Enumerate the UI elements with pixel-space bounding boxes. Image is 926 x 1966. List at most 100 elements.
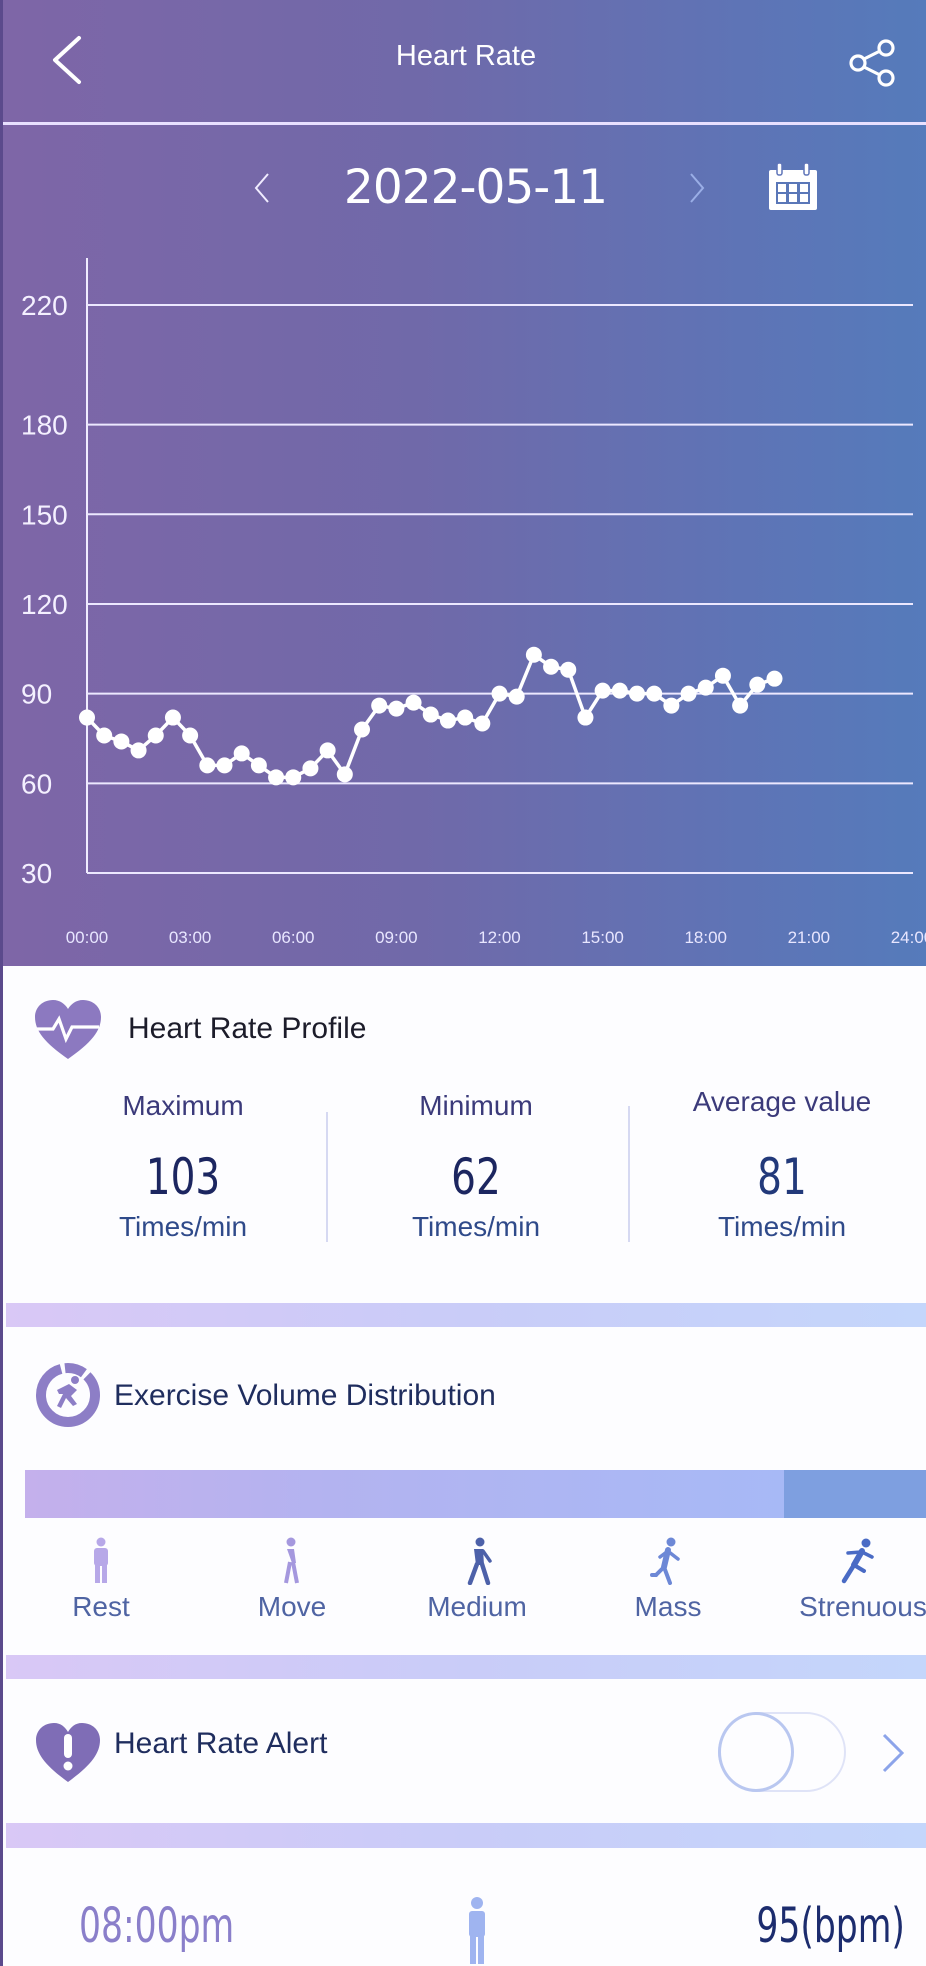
sprinting-icon	[841, 1538, 874, 1584]
exercise-distribution-card: Exercise Volume Distribution Rest Move M…	[6, 1327, 926, 1655]
data-point[interactable]	[96, 727, 113, 744]
maximum-value: 103	[145, 1148, 221, 1206]
data-point[interactable]	[164, 709, 181, 726]
data-point[interactable]	[147, 727, 164, 744]
data-point[interactable]	[354, 721, 370, 738]
level-label-rest: Rest	[72, 1591, 130, 1622]
average-value: 81	[757, 1148, 807, 1206]
chevron-right-icon[interactable]	[878, 1731, 908, 1775]
section-divider	[6, 1303, 926, 1327]
alert-title: Heart Rate Alert	[114, 1727, 328, 1760]
alert-toggle[interactable]	[718, 1712, 846, 1792]
y-tick-label: 120	[21, 589, 68, 620]
data-point[interactable]	[611, 682, 628, 699]
exercise-running-icon	[36, 1363, 100, 1427]
x-tick-label: 00:00	[66, 928, 109, 947]
chart-header-panel: Heart Rate 2022-05-11 30 60 90 120 150 1…	[3, 0, 926, 966]
data-point[interactable]	[302, 760, 319, 777]
minimum-label: Minimum	[419, 1090, 533, 1121]
data-point[interactable]	[766, 670, 783, 687]
minimum-value: 62	[451, 1148, 501, 1206]
walking-icon	[467, 1537, 492, 1585]
y-tick-label: 180	[21, 410, 68, 441]
data-point[interactable]	[268, 769, 285, 786]
x-tick-label: 12:00	[478, 928, 521, 947]
average-label: Average value	[692, 1086, 872, 1117]
data-point[interactable]	[629, 685, 645, 702]
exercise-title: Exercise Volume Distribution	[114, 1379, 496, 1412]
standing-person-icon	[469, 1897, 485, 1964]
data-point[interactable]	[388, 700, 405, 717]
x-tick-label: 21:00	[788, 928, 831, 947]
data-point[interactable]	[491, 685, 508, 702]
section-divider	[6, 1655, 926, 1679]
heart-alert-icon	[36, 1723, 100, 1782]
data-point[interactable]	[336, 766, 353, 783]
record-time: 08:00pm	[79, 1898, 235, 1954]
record-value: 95(bpm)	[756, 1898, 905, 1954]
data-point[interactable]	[130, 742, 147, 759]
x-tick-label: 09:00	[375, 928, 418, 947]
stat-divider	[628, 1106, 630, 1242]
heart-rate-chart: 30 60 90 120 150 180 220 00:00 03:00 06:00 09:00 1…	[21, 258, 926, 947]
data-point[interactable]	[474, 715, 491, 732]
data-point[interactable]	[560, 661, 577, 678]
level-label-medium: Medium	[427, 1591, 527, 1622]
y-tick-label: 220	[21, 290, 68, 321]
data-point[interactable]	[79, 709, 95, 726]
data-point[interactable]	[216, 757, 233, 774]
level-label-move: Move	[257, 1591, 327, 1622]
maximum-label: Maximum	[122, 1090, 244, 1121]
data-point[interactable]	[319, 742, 336, 759]
data-point[interactable]	[543, 658, 560, 675]
maximum-unit: Times/min	[118, 1211, 248, 1242]
data-point[interactable]	[182, 727, 199, 744]
data-point[interactable]	[680, 685, 697, 702]
stat-divider	[326, 1112, 328, 1242]
heart-rate-alert-row[interactable]: Heart Rate Alert	[6, 1679, 926, 1823]
data-point[interactable]	[422, 706, 439, 723]
walking-slow-icon	[284, 1537, 299, 1584]
running-icon	[650, 1537, 680, 1585]
data-point[interactable]	[113, 733, 130, 750]
y-tick-label: 150	[21, 499, 68, 530]
data-point[interactable]	[732, 697, 749, 714]
y-tick-label: 60	[21, 768, 52, 799]
x-tick-label: 06:00	[272, 928, 315, 947]
x-tick-label: 15:00	[581, 928, 624, 947]
data-point[interactable]	[697, 679, 714, 696]
data-point[interactable]	[250, 757, 267, 774]
data-point[interactable]	[285, 769, 302, 786]
data-point[interactable]	[714, 667, 731, 684]
y-tick-label: 90	[21, 679, 52, 710]
data-point[interactable]	[525, 646, 542, 663]
heart-pulse-icon	[35, 1000, 101, 1059]
data-point[interactable]	[233, 745, 250, 762]
y-tick-label: 30	[21, 858, 52, 889]
alert-record-row: 08:00pm 95(bpm)	[6, 1848, 926, 1966]
x-tick-label: 03:00	[169, 928, 212, 947]
data-point[interactable]	[663, 697, 680, 714]
data-point[interactable]	[508, 688, 525, 705]
x-tick-label: 24:00	[891, 928, 926, 947]
average-unit: Times/min	[717, 1211, 847, 1242]
data-point[interactable]	[371, 697, 388, 714]
standing-person-icon	[94, 1537, 108, 1583]
data-point[interactable]	[457, 709, 474, 726]
data-point[interactable]	[439, 712, 456, 729]
data-point[interactable]	[577, 709, 594, 726]
section-divider	[6, 1823, 926, 1848]
level-label-mass: Mass	[634, 1591, 702, 1622]
distribution-segment-strenuous	[784, 1470, 926, 1518]
data-point[interactable]	[405, 694, 422, 711]
profile-title: Heart Rate Profile	[128, 1012, 367, 1045]
data-point[interactable]	[749, 676, 766, 693]
heart-rate-profile-card: Heart Rate Profile Maximum 103 Times/min…	[6, 966, 926, 1303]
data-point[interactable]	[646, 685, 663, 702]
exercise-distribution-bar	[25, 1470, 926, 1518]
toggle-knob	[718, 1712, 794, 1792]
x-tick-label: 18:00	[684, 928, 727, 947]
data-point[interactable]	[199, 757, 216, 774]
level-label-strenuous: Strenuous	[799, 1591, 926, 1622]
data-point[interactable]	[594, 682, 611, 699]
